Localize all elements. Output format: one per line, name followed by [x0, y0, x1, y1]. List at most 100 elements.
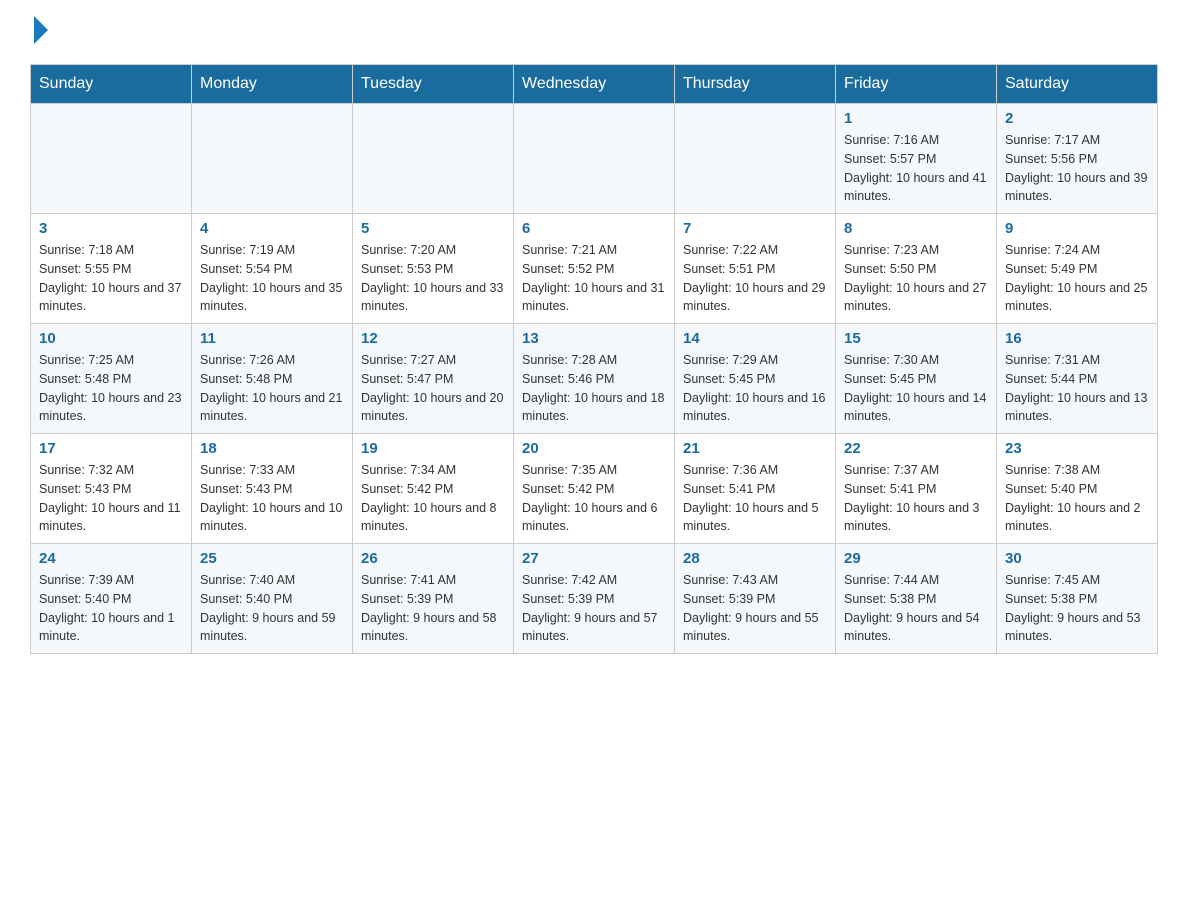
calendar-cell: 4 Sunrise: 7:19 AM Sunset: 5:54 PM Daylig…: [192, 214, 353, 324]
calendar-cell: 9 Sunrise: 7:24 AM Sunset: 5:49 PM Daylig…: [997, 214, 1158, 324]
day-number: 22: [844, 440, 988, 457]
day-info: Sunrise: 7:20 AM Sunset: 5:53 PM Dayligh…: [361, 241, 505, 316]
day-number: 6: [522, 220, 666, 237]
calendar-cell: 3 Sunrise: 7:18 AM Sunset: 5:55 PM Daylig…: [31, 214, 192, 324]
calendar-week-row: 1 Sunrise: 7:16 AM Sunset: 5:57 PM Daylig…: [31, 104, 1158, 214]
day-number: 25: [200, 550, 344, 567]
calendar-cell: 12 Sunrise: 7:27 AM Sunset: 5:47 PM Dayli…: [353, 324, 514, 434]
calendar-cell: [675, 104, 836, 214]
day-number: 5: [361, 220, 505, 237]
day-info: Sunrise: 7:19 AM Sunset: 5:54 PM Dayligh…: [200, 241, 344, 316]
logo-arrow-icon: [34, 16, 48, 44]
calendar-cell: 19Sunrise: 7:34 AM Sunset: 5:42 PM Dayli…: [353, 434, 514, 544]
calendar-cell: 21Sunrise: 7:36 AM Sunset: 5:41 PM Dayli…: [675, 434, 836, 544]
weekday-header-friday: Friday: [836, 65, 997, 104]
day-info: Sunrise: 7:23 AM Sunset: 5:50 PM Dayligh…: [844, 241, 988, 316]
calendar-cell: 8 Sunrise: 7:23 AM Sunset: 5:50 PM Daylig…: [836, 214, 997, 324]
day-number: 4: [200, 220, 344, 237]
day-number: 23: [1005, 440, 1149, 457]
day-info: Sunrise: 7:34 AM Sunset: 5:42 PM Dayligh…: [361, 461, 505, 536]
day-number: 17: [39, 440, 183, 457]
calendar-cell: 20 Sunrise: 7:35 AM Sunset: 5:42 PM Dayli…: [514, 434, 675, 544]
calendar-cell: 13 Sunrise: 7:28 AM Sunset: 5:46 PM Dayli…: [514, 324, 675, 434]
day-number: 20: [522, 440, 666, 457]
calendar-cell: 6 Sunrise: 7:21 AM Sunset: 5:52 PM Daylig…: [514, 214, 675, 324]
weekday-header-sunday: Sunday: [31, 65, 192, 104]
day-info: Sunrise: 7:26 AM Sunset: 5:48 PM Dayligh…: [200, 351, 344, 426]
day-info: Sunrise: 7:31 AM Sunset: 5:44 PM Dayligh…: [1005, 351, 1149, 426]
day-info: Sunrise: 7:43 AM Sunset: 5:39 PM Dayligh…: [683, 571, 827, 646]
day-number: 8: [844, 220, 988, 237]
calendar-cell: 15 Sunrise: 7:30 AM Sunset: 5:45 PM Dayli…: [836, 324, 997, 434]
calendar-cell: [353, 104, 514, 214]
calendar-cell: [192, 104, 353, 214]
weekday-header-tuesday: Tuesday: [353, 65, 514, 104]
day-info: Sunrise: 7:29 AM Sunset: 5:45 PM Dayligh…: [683, 351, 827, 426]
day-number: 9: [1005, 220, 1149, 237]
calendar-cell: 2 Sunrise: 7:17 AM Sunset: 5:56 PM Daylig…: [997, 104, 1158, 214]
calendar-cell: 22 Sunrise: 7:37 AM Sunset: 5:41 PM Dayli…: [836, 434, 997, 544]
day-number: 29: [844, 550, 988, 567]
day-info: Sunrise: 7:41 AM Sunset: 5:39 PM Dayligh…: [361, 571, 505, 646]
day-info: Sunrise: 7:35 AM Sunset: 5:42 PM Dayligh…: [522, 461, 666, 536]
day-number: 13: [522, 330, 666, 347]
day-number: 12: [361, 330, 505, 347]
calendar-cell: 28 Sunrise: 7:43 AM Sunset: 5:39 PM Dayli…: [675, 544, 836, 654]
day-number: 15: [844, 330, 988, 347]
calendar-cell: 14 Sunrise: 7:29 AM Sunset: 5:45 PM Dayli…: [675, 324, 836, 434]
day-info: Sunrise: 7:39 AM Sunset: 5:40 PM Dayligh…: [39, 571, 183, 646]
day-number: 26: [361, 550, 505, 567]
calendar-cell: 16 Sunrise: 7:31 AM Sunset: 5:44 PM Dayli…: [997, 324, 1158, 434]
day-number: 3: [39, 220, 183, 237]
day-number: 18: [200, 440, 344, 457]
day-info: Sunrise: 7:28 AM Sunset: 5:46 PM Dayligh…: [522, 351, 666, 426]
day-number: 28: [683, 550, 827, 567]
day-info: Sunrise: 7:33 AM Sunset: 5:43 PM Dayligh…: [200, 461, 344, 536]
weekday-header-wednesday: Wednesday: [514, 65, 675, 104]
weekday-header-thursday: Thursday: [675, 65, 836, 104]
day-number: 27: [522, 550, 666, 567]
day-info: Sunrise: 7:45 AM Sunset: 5:38 PM Dayligh…: [1005, 571, 1149, 646]
day-number: 30: [1005, 550, 1149, 567]
calendar-cell: 10Sunrise: 7:25 AM Sunset: 5:48 PM Dayli…: [31, 324, 192, 434]
day-info: Sunrise: 7:38 AM Sunset: 5:40 PM Dayligh…: [1005, 461, 1149, 536]
calendar-cell: 26 Sunrise: 7:41 AM Sunset: 5:39 PM Dayli…: [353, 544, 514, 654]
day-info: Sunrise: 7:44 AM Sunset: 5:38 PM Dayligh…: [844, 571, 988, 646]
calendar-cell: 23 Sunrise: 7:38 AM Sunset: 5:40 PM Dayli…: [997, 434, 1158, 544]
day-info: Sunrise: 7:37 AM Sunset: 5:41 PM Dayligh…: [844, 461, 988, 536]
day-info: Sunrise: 7:16 AM Sunset: 5:57 PM Dayligh…: [844, 131, 988, 206]
day-info: Sunrise: 7:17 AM Sunset: 5:56 PM Dayligh…: [1005, 131, 1149, 206]
day-info: Sunrise: 7:30 AM Sunset: 5:45 PM Dayligh…: [844, 351, 988, 426]
day-number: 21: [683, 440, 827, 457]
calendar-cell: 30 Sunrise: 7:45 AM Sunset: 5:38 PM Dayli…: [997, 544, 1158, 654]
page-header: [30, 20, 1158, 44]
day-info: Sunrise: 7:22 AM Sunset: 5:51 PM Dayligh…: [683, 241, 827, 316]
day-info: Sunrise: 7:24 AM Sunset: 5:49 PM Dayligh…: [1005, 241, 1149, 316]
calendar-cell: 7 Sunrise: 7:22 AM Sunset: 5:51 PM Daylig…: [675, 214, 836, 324]
day-number: 16: [1005, 330, 1149, 347]
day-number: 1: [844, 110, 988, 127]
day-number: 24: [39, 550, 183, 567]
weekday-header-saturday: Saturday: [997, 65, 1158, 104]
calendar-cell: [31, 104, 192, 214]
day-info: Sunrise: 7:27 AM Sunset: 5:47 PM Dayligh…: [361, 351, 505, 426]
calendar-cell: 29 Sunrise: 7:44 AM Sunset: 5:38 PM Dayli…: [836, 544, 997, 654]
day-info: Sunrise: 7:18 AM Sunset: 5:55 PM Dayligh…: [39, 241, 183, 316]
calendar-cell: 5 Sunrise: 7:20 AM Sunset: 5:53 PM Daylig…: [353, 214, 514, 324]
day-number: 14: [683, 330, 827, 347]
calendar-week-row: 17 Sunrise: 7:32 AM Sunset: 5:43 PM Dayli…: [31, 434, 1158, 544]
weekday-header-monday: Monday: [192, 65, 353, 104]
day-info: Sunrise: 7:21 AM Sunset: 5:52 PM Dayligh…: [522, 241, 666, 316]
day-number: 7: [683, 220, 827, 237]
day-info: Sunrise: 7:40 AM Sunset: 5:40 PM Dayligh…: [200, 571, 344, 646]
day-number: 2: [1005, 110, 1149, 127]
logo: [30, 20, 48, 44]
calendar-cell: 17 Sunrise: 7:32 AM Sunset: 5:43 PM Dayli…: [31, 434, 192, 544]
calendar-cell: 25 Sunrise: 7:40 AM Sunset: 5:40 PM Dayli…: [192, 544, 353, 654]
day-info: Sunrise: 7:32 AM Sunset: 5:43 PM Dayligh…: [39, 461, 183, 536]
calendar-header-row: SundayMondayTuesdayWednesdayThursdayFrid…: [31, 65, 1158, 104]
day-number: 11: [200, 330, 344, 347]
calendar-cell: 1 Sunrise: 7:16 AM Sunset: 5:57 PM Daylig…: [836, 104, 997, 214]
calendar-cell: 18 Sunrise: 7:33 AM Sunset: 5:43 PM Dayli…: [192, 434, 353, 544]
calendar-week-row: 24 Sunrise: 7:39 AM Sunset: 5:40 PM Dayli…: [31, 544, 1158, 654]
